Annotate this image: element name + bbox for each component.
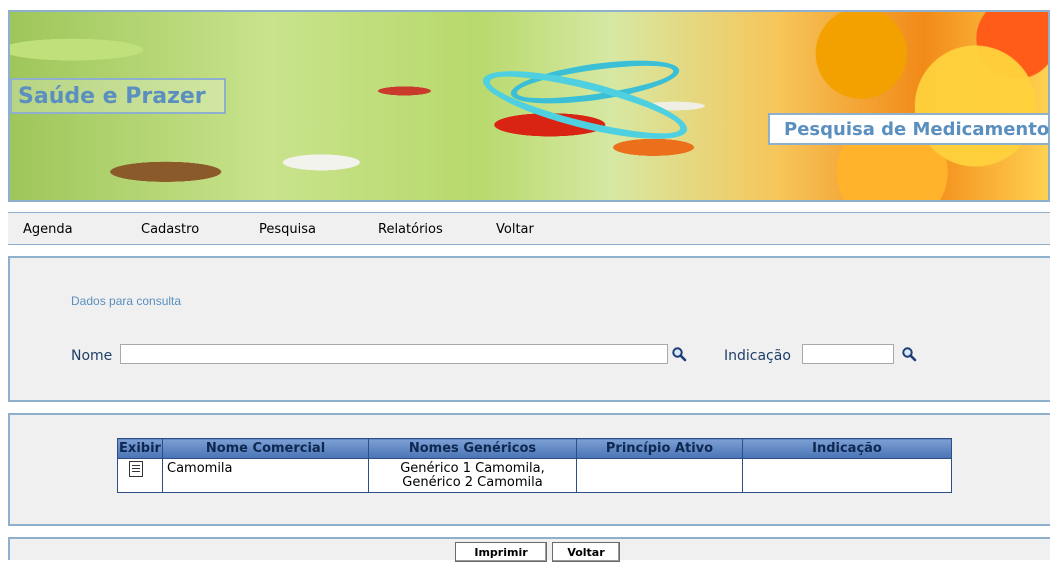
page-title-box: Pesquisa de Medicamentos (768, 113, 1050, 145)
table-row: Camomila Genérico 1 Camomila, Genérico 2… (117, 458, 952, 493)
button-bar: Imprimir Voltar (8, 537, 1050, 562)
site-title: Saúde e Prazer (18, 84, 206, 109)
menu-item-pesquisa[interactable]: Pesquisa (259, 222, 316, 237)
search-panel: Dados para consulta Nome Indicação (8, 256, 1050, 402)
menu-item-voltar[interactable]: Voltar (496, 222, 534, 237)
results-panel: Exibir Nome Comercial Nomes Genéricos Pr… (8, 413, 1050, 526)
menu-item-cadastro[interactable]: Cadastro (141, 222, 199, 237)
results-table: Exibir Nome Comercial Nomes Genéricos Pr… (117, 438, 952, 493)
principio-ativo-cell (576, 458, 743, 493)
table-header-row: Exibir Nome Comercial Nomes Genéricos Pr… (117, 438, 952, 459)
nome-comercial-cell: Camomila (162, 458, 369, 493)
menu-item-relatorios[interactable]: Relatórios (378, 222, 443, 237)
site-title-box: Saúde e Prazer (10, 78, 226, 114)
column-header-indicacao: Indicação (742, 438, 952, 459)
nomes-genericos-cell: Genérico 1 Camomila, Genérico 2 Camomila (368, 458, 577, 493)
column-header-nomes-genericos: Nomes Genéricos (368, 438, 577, 459)
nomes-genericos-line: Genérico 1 Camomila, (400, 461, 545, 476)
indicacao-search-icon[interactable] (901, 346, 917, 362)
page-title: Pesquisa de Medicamentos (784, 119, 1050, 140)
exibir-cell (117, 458, 163, 493)
search-section-title: Dados para consulta (71, 294, 182, 308)
nome-input[interactable] (120, 344, 668, 364)
column-header-exibir: Exibir (117, 438, 163, 459)
column-header-nome-comercial: Nome Comercial (162, 438, 369, 459)
column-header-principio-ativo: Princípio Ativo (576, 438, 743, 459)
indicacao-input[interactable] (802, 344, 894, 364)
back-button[interactable]: Voltar (552, 542, 620, 562)
indicacao-cell (742, 458, 952, 493)
main-menu: Agenda Cadastro Pesquisa Relatórios Volt… (8, 212, 1050, 245)
print-button[interactable]: Imprimir (455, 542, 547, 562)
nomes-genericos-line: Genérico 2 Camomila (402, 475, 543, 490)
nome-search-icon[interactable] (671, 346, 687, 362)
nome-label: Nome (71, 348, 113, 364)
indicacao-label: Indicação (724, 348, 791, 364)
document-icon[interactable] (129, 461, 143, 477)
menu-item-agenda[interactable]: Agenda (23, 222, 73, 237)
